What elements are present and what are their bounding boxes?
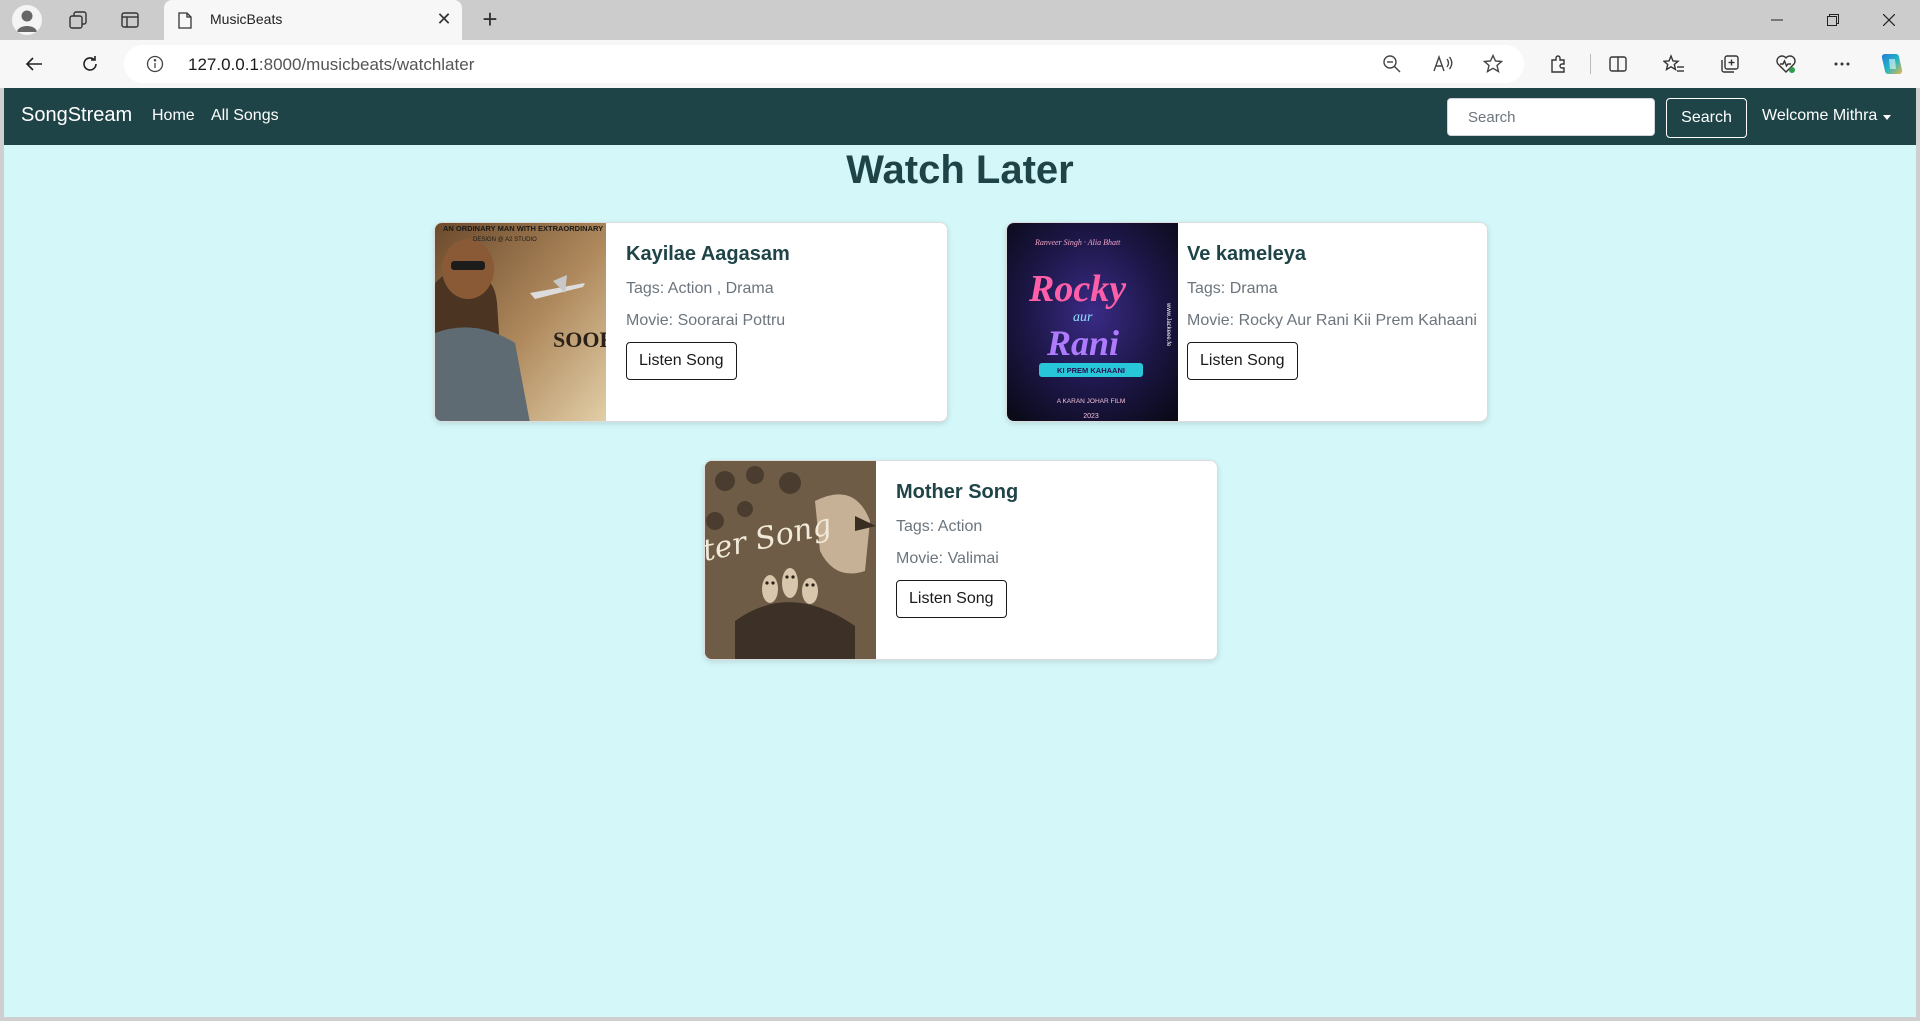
listen-song-button[interactable]: Listen Song [1187, 342, 1298, 380]
back-icon[interactable] [20, 50, 48, 78]
song-tags: Tags: Action , Drama [626, 280, 774, 297]
svg-text:DESIGN @ A2 STUDIO: DESIGN @ A2 STUDIO [473, 237, 537, 243]
minimize-icon[interactable] [1754, 0, 1800, 40]
nav-link-all-songs[interactable]: All Songs [211, 107, 279, 125]
svg-text:Rocky: Rocky [1028, 268, 1126, 310]
site-brand[interactable]: SongStream [21, 104, 132, 127]
favorites-icon[interactable] [1660, 50, 1688, 78]
song-movie: Movie: Valimai [896, 550, 999, 567]
svg-text:KI PREM KAHAANI: KI PREM KAHAANI [1057, 366, 1125, 375]
svg-text:2023: 2023 [1083, 413, 1099, 420]
restore-icon[interactable] [1810, 0, 1856, 40]
browser-address-bar: 127.0.0.1:8000/musicbeats/watchlater [0, 40, 1920, 88]
nav-link-home[interactable]: Home [152, 107, 195, 125]
user-menu-label: Welcome Mithra [1762, 107, 1878, 124]
song-poster-image: Ranveer Singh · Alia Bhatt Rocky aur Ran… [1007, 223, 1178, 421]
close-tab-icon[interactable]: ✕ [434, 9, 454, 29]
listen-song-button[interactable]: Listen Song [896, 580, 1007, 618]
song-tags: Tags: Drama [1187, 280, 1278, 297]
site-navbar: SongStream Home All Songs Search Welcome… [4, 88, 1916, 145]
page-title: Watch Later [846, 148, 1074, 192]
extensions-icon[interactable] [1544, 50, 1572, 78]
song-movie: Movie: Soorarai Pottru [626, 312, 786, 329]
card-body: Kayilae Aagasam Tags: Action , Drama Mov… [626, 243, 790, 380]
svg-text:A KARAN JOHAR FILM: A KARAN JOHAR FILM [1057, 398, 1126, 405]
read-aloud-icon[interactable] [1432, 53, 1454, 75]
song-poster-image: ter Song [705, 461, 876, 659]
search-button[interactable]: Search [1666, 98, 1747, 138]
svg-text:AN ORDINARY MAN WITH EXTRAORDI: AN ORDINARY MAN WITH EXTRAORDINARY [443, 224, 603, 233]
page-viewport: SongStream Home All Songs Search Welcome… [4, 88, 1916, 1017]
song-movie: Movie: Rocky Aur Rani Kii Prem Kahaani [1187, 312, 1477, 329]
new-tab-icon[interactable]: + [476, 6, 504, 34]
svg-text:www.Jackeee.fe: www.Jackeee.fe [1165, 302, 1171, 347]
url-host: 127.0.0.1 [188, 55, 259, 74]
url-path: :8000/musicbeats/watchlater [258, 55, 475, 74]
split-screen-icon[interactable] [1604, 50, 1632, 78]
song-title[interactable]: Kayilae Aagasam [626, 243, 790, 266]
svg-text:Rani: Rani [1046, 323, 1119, 363]
card-body: Mother Song Tags: Action Movie: Valimai … [896, 481, 1018, 618]
search-input[interactable] [1447, 98, 1655, 136]
workspaces-icon[interactable] [64, 6, 92, 34]
collections-icon[interactable] [1716, 50, 1744, 78]
song-title[interactable]: Mother Song [896, 481, 1018, 504]
profile-icon[interactable] [12, 5, 42, 35]
tab-actions-icon[interactable] [116, 6, 144, 34]
zoom-out-icon[interactable] [1381, 53, 1403, 75]
more-options-icon[interactable] [1828, 50, 1856, 78]
listen-song-button[interactable]: Listen Song [626, 342, 737, 380]
url-bar[interactable]: 127.0.0.1:8000/musicbeats/watchlater [124, 45, 1524, 83]
close-window-icon[interactable] [1866, 0, 1912, 40]
browser-tab-bar: MusicBeats ✕ + [0, 0, 1920, 40]
song-card: ter Song Mother Song Tags: Action Movie:… [704, 460, 1218, 660]
copilot-icon[interactable] [1878, 50, 1906, 78]
song-poster-image: AN ORDINARY MAN WITH EXTRAORDINARY DESIG… [435, 223, 606, 421]
song-card: Ranveer Singh · Alia Bhatt Rocky aur Ran… [1006, 222, 1488, 422]
site-info-icon[interactable] [146, 55, 164, 78]
user-menu-dropdown[interactable]: Welcome Mithra [1762, 107, 1892, 125]
toolbar-divider [1590, 54, 1591, 74]
url-text: 127.0.0.1:8000/musicbeats/watchlater [188, 55, 474, 75]
page-icon [178, 12, 192, 34]
tab-musicbeats[interactable]: MusicBeats ✕ [164, 0, 462, 40]
refresh-icon[interactable] [76, 50, 104, 78]
song-title[interactable]: Ve kameleya [1187, 243, 1477, 266]
favorite-star-icon[interactable] [1482, 53, 1504, 75]
browser-essentials-icon[interactable] [1772, 50, 1800, 78]
tab-title: MusicBeats [210, 11, 283, 27]
svg-text:SOORA: SOORA [553, 327, 606, 352]
song-card: AN ORDINARY MAN WITH EXTRAORDINARY DESIG… [434, 222, 948, 422]
song-tags: Tags: Action [896, 518, 983, 535]
svg-text:Ranveer Singh · Alia Bhatt: Ranveer Singh · Alia Bhatt [1034, 238, 1121, 247]
caret-down-icon [1883, 114, 1892, 120]
card-body: Ve kameleya Tags: Drama Movie: Rocky Aur… [1187, 243, 1477, 380]
